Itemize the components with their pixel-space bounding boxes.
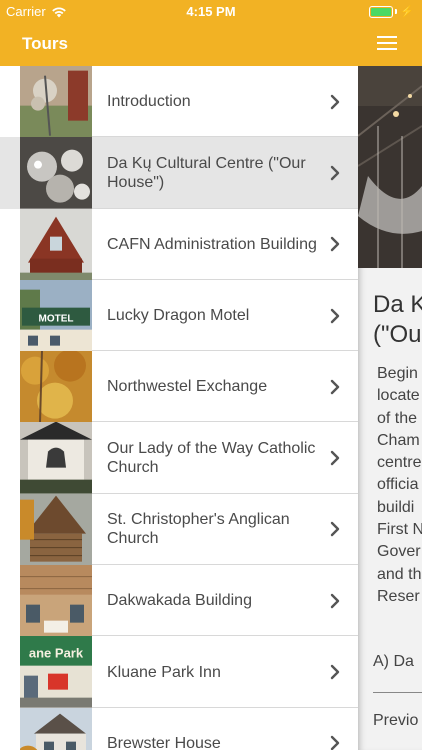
chevron-right-icon (330, 237, 340, 252)
tour-list-item[interactable]: CAFN Administration Building (0, 208, 358, 280)
battery-cap (395, 9, 398, 14)
audio-track-label[interactable]: A) Da (373, 653, 414, 671)
body-text-line: of the (377, 409, 418, 427)
tour-list-item[interactable]: Dakwakada Building (0, 565, 358, 637)
body-text-line: buildi (377, 498, 415, 516)
decorative-sculpture-photo (20, 66, 92, 138)
tour-item-label: St. Christopher's Anglican Church (107, 511, 290, 548)
tour-list-item[interactable]: MOTEL Lucky Dragon Motel (0, 279, 358, 352)
charging-bolt-icon: ⚡ (400, 6, 414, 18)
previous-button[interactable]: Previo (373, 712, 418, 730)
battery-icon (369, 5, 394, 18)
tour-detail-panel: Da K ("Ou Begin locate of the Cham centre off… (358, 0, 422, 750)
battery-level-fill (371, 7, 392, 16)
chevron-right-icon (330, 94, 340, 109)
detail-divider (373, 692, 422, 693)
tours-menu-panel: Tours Introduction Da Kų Cultural Centre … (0, 0, 358, 750)
body-text-line: Begin (377, 365, 418, 382)
dakwakada-building-photo (20, 565, 92, 637)
church-bell-photo (20, 422, 92, 494)
tour-item-label: Brewster House (107, 734, 221, 750)
tour-item-label: Dakwakada Building (107, 592, 252, 610)
chevron-right-icon (330, 593, 340, 608)
tour-item-label: CAFN Administration Building (107, 235, 317, 253)
tour-list: Introduction Da Kų Cultural Centre ("Our … (0, 66, 358, 750)
body-text-line: and th (377, 565, 422, 583)
tour-list-item[interactable]: Da Kų Cultural Centre ("Our House") (0, 137, 358, 209)
kluane-park-inn-sign-photo: ane Park (20, 636, 92, 708)
body-text-line: Reser (377, 587, 420, 605)
tour-list-item[interactable]: Our Lady of the Way Catholic Church (0, 422, 358, 494)
log-church-photo (20, 493, 92, 566)
hero-image (358, 66, 422, 268)
body-text-line: centre (377, 454, 422, 472)
chevron-right-icon (330, 379, 340, 395)
svg-text:ane Park: ane Park (29, 646, 84, 661)
tour-list-item[interactable]: St. Christopher's Anglican Church (0, 493, 358, 566)
tour-item-label: Da Kų Cultural Centre ("Our House") (107, 154, 306, 191)
detail-body-text: Begin locate of the Cham centre officia buildi… (377, 363, 422, 608)
chevron-right-icon (330, 308, 340, 323)
tour-item-label: Kluane Park Inn (107, 663, 221, 681)
chevron-right-icon (330, 736, 340, 750)
status-bar: Carrier 4:15 PM ⚡ (0, 0, 422, 22)
body-text-line: officia (377, 476, 419, 494)
body-text-line: locate (377, 387, 420, 405)
body-text-line: Gover (377, 543, 421, 561)
svg-text:MOTEL: MOTEL (39, 314, 74, 325)
body-text-line: Cham (377, 431, 420, 449)
glass-ornaments-photo (20, 137, 92, 209)
tour-list-item[interactable]: Introduction (0, 66, 358, 138)
menu-title: Tours (22, 34, 68, 53)
tour-item-label: Our Lady of the Way Catholic Church (107, 440, 316, 477)
autumn-trees-photo (20, 351, 92, 423)
hamburger-icon[interactable] (377, 36, 397, 50)
tour-item-label: Lucky Dragon Motel (107, 307, 250, 325)
chevron-right-icon (330, 450, 340, 466)
tour-item-label: Introduction (107, 93, 191, 111)
chevron-right-icon (330, 664, 340, 680)
chevron-right-icon (330, 165, 340, 181)
tour-item-label: Northwestel Exchange (107, 378, 268, 396)
tour-list-item[interactable]: ane Park Kluane Park Inn (0, 636, 358, 708)
detail-title: Da K ("Ou (373, 291, 422, 348)
a-frame-building-photo (20, 208, 92, 280)
tour-list-item[interactable]: Brewster House (0, 707, 358, 750)
status-time: 4:15 PM (186, 4, 236, 19)
brewster-house-photo (20, 707, 92, 750)
tour-list-item[interactable]: Northwestel Exchange (0, 351, 358, 423)
chevron-right-icon (330, 522, 340, 537)
body-text-line: First N (377, 521, 422, 539)
battery-indicator: ⚡ (369, 5, 414, 18)
motel-sign-photo: MOTEL (20, 279, 92, 352)
